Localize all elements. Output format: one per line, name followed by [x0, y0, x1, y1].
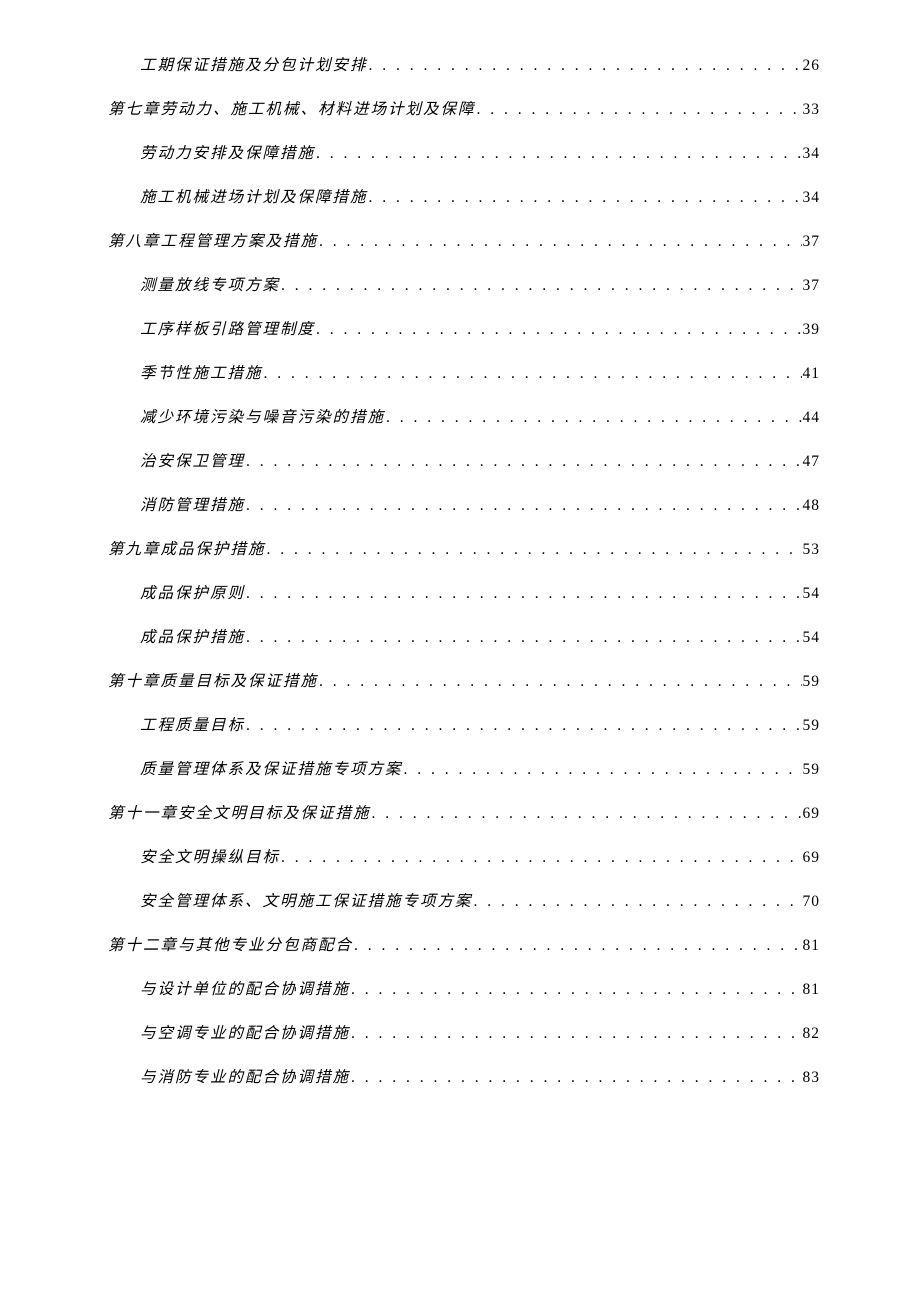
toc-title: 与设计单位的配合协调措施 [140, 982, 350, 998]
toc-leader-dots: . . . . . . . . . . . . . . . . . . . . … [246, 630, 801, 646]
toc-title: 工序样板引路管理制度 [140, 322, 315, 338]
toc-entry: 工程质量目标. . . . . . . . . . . . . . . . . … [108, 718, 820, 734]
toc-entry: 与空调专业的配合协调措施. . . . . . . . . . . . . . … [108, 1026, 820, 1042]
toc-page-number: 41 [803, 366, 821, 382]
toc-title: 成品保护措施 [140, 630, 245, 646]
toc-page-number: 26 [803, 58, 821, 74]
toc-title: 劳动力安排及保障措施 [140, 146, 315, 162]
toc-leader-dots: . . . . . . . . . . . . . . . . . . . . … [354, 938, 801, 954]
toc-entry: 质量管理体系及保证措施专项方案. . . . . . . . . . . . .… [108, 762, 820, 778]
toc-leader-dots: . . . . . . . . . . . . . . . . . . . . … [316, 146, 801, 162]
toc-leader-dots: . . . . . . . . . . . . . . . . . . . . … [474, 894, 802, 910]
toc-leader-dots: . . . . . . . . . . . . . . . . . . . . … [319, 674, 801, 690]
toc-page-number: 37 [803, 278, 821, 294]
toc-leader-dots: . . . . . . . . . . . . . . . . . . . . … [351, 982, 801, 998]
toc-page-number: 83 [803, 1070, 821, 1086]
toc-leader-dots: . . . . . . . . . . . . . . . . . . . . … [351, 1026, 801, 1042]
toc-page-number: 34 [803, 146, 821, 162]
toc-title: 季节性施工措施 [140, 366, 263, 382]
toc-entry: 季节性施工措施. . . . . . . . . . . . . . . . .… [108, 366, 820, 382]
toc-title: 工期保证措施及分包计划安排 [140, 58, 368, 74]
toc-page-number: 48 [803, 498, 821, 514]
toc-entry: 第九章成品保护措施. . . . . . . . . . . . . . . .… [108, 542, 820, 558]
toc-leader-dots: . . . . . . . . . . . . . . . . . . . . … [404, 762, 802, 778]
toc-entry: 工期保证措施及分包计划安排. . . . . . . . . . . . . .… [108, 58, 820, 74]
toc-page-number: 34 [803, 190, 821, 206]
toc-entry: 施工机械进场计划及保障措施. . . . . . . . . . . . . .… [108, 190, 820, 206]
table-of-contents: 工期保证措施及分包计划安排. . . . . . . . . . . . . .… [108, 58, 820, 1086]
toc-entry: 与设计单位的配合协调措施. . . . . . . . . . . . . . … [108, 982, 820, 998]
toc-title: 减少环境污染与噪音污染的措施 [140, 410, 385, 426]
toc-entry: 第十二章与其他专业分包商配合. . . . . . . . . . . . . … [108, 938, 820, 954]
toc-entry: 成品保护原则. . . . . . . . . . . . . . . . . … [108, 586, 820, 602]
toc-title: 成品保护原则 [140, 586, 245, 602]
toc-leader-dots: . . . . . . . . . . . . . . . . . . . . … [369, 190, 802, 206]
toc-page-number: 47 [803, 454, 821, 470]
toc-page-number: 81 [803, 938, 821, 954]
toc-page-number: 59 [803, 718, 821, 734]
toc-title: 质量管理体系及保证措施专项方案 [140, 762, 403, 778]
toc-title: 施工机械进场计划及保障措施 [140, 190, 368, 206]
toc-title: 安全管理体系、文明施工保证措施专项方案 [140, 894, 473, 910]
toc-page-number: 81 [803, 982, 821, 998]
toc-title: 测量放线专项方案 [140, 278, 280, 294]
toc-leader-dots: . . . . . . . . . . . . . . . . . . . . … [281, 278, 801, 294]
toc-page-number: 39 [803, 322, 821, 338]
toc-leader-dots: . . . . . . . . . . . . . . . . . . . . … [319, 234, 801, 250]
toc-page-number: 82 [803, 1026, 821, 1042]
toc-entry: 安全管理体系、文明施工保证措施专项方案. . . . . . . . . . .… [108, 894, 820, 910]
toc-page-number: 59 [803, 674, 821, 690]
toc-page-number: 59 [803, 762, 821, 778]
toc-entry: 与消防专业的配合协调措施. . . . . . . . . . . . . . … [108, 1070, 820, 1086]
toc-entry: 劳动力安排及保障措施. . . . . . . . . . . . . . . … [108, 146, 820, 162]
toc-leader-dots: . . . . . . . . . . . . . . . . . . . . … [316, 322, 801, 338]
toc-title: 消防管理措施 [140, 498, 245, 514]
toc-title: 安全文明操纵目标 [140, 850, 280, 866]
toc-title: 第九章成品保护措施 [108, 542, 266, 558]
toc-entry: 第八章工程管理方案及措施. . . . . . . . . . . . . . … [108, 234, 820, 250]
toc-page-number: 70 [803, 894, 821, 910]
toc-entry: 治安保卫管理. . . . . . . . . . . . . . . . . … [108, 454, 820, 470]
toc-title: 与消防专业的配合协调措施 [140, 1070, 350, 1086]
toc-page-number: 54 [803, 630, 821, 646]
toc-entry: 成品保护措施. . . . . . . . . . . . . . . . . … [108, 630, 820, 646]
toc-leader-dots: . . . . . . . . . . . . . . . . . . . . … [386, 410, 801, 426]
toc-title: 第十一章安全文明目标及保证措施 [108, 806, 371, 822]
toc-title: 第十章质量目标及保证措施 [108, 674, 318, 690]
toc-leader-dots: . . . . . . . . . . . . . . . . . . . . … [351, 1070, 801, 1086]
toc-leader-dots: . . . . . . . . . . . . . . . . . . . . … [246, 498, 801, 514]
toc-page-number: 69 [803, 806, 821, 822]
toc-leader-dots: . . . . . . . . . . . . . . . . . . . . … [246, 454, 801, 470]
toc-entry: 第七章劳动力、施工机械、材料进场计划及保障. . . . . . . . . .… [108, 102, 820, 118]
toc-entry: 安全文明操纵目标. . . . . . . . . . . . . . . . … [108, 850, 820, 866]
toc-title: 与空调专业的配合协调措施 [140, 1026, 350, 1042]
toc-page-number: 37 [803, 234, 821, 250]
toc-leader-dots: . . . . . . . . . . . . . . . . . . . . … [477, 102, 802, 118]
toc-leader-dots: . . . . . . . . . . . . . . . . . . . . … [281, 850, 801, 866]
toc-entry: 减少环境污染与噪音污染的措施. . . . . . . . . . . . . … [108, 410, 820, 426]
toc-leader-dots: . . . . . . . . . . . . . . . . . . . . … [372, 806, 802, 822]
toc-page-number: 69 [803, 850, 821, 866]
toc-title: 治安保卫管理 [140, 454, 245, 470]
toc-title: 第七章劳动力、施工机械、材料进场计划及保障 [108, 102, 476, 118]
toc-title: 第八章工程管理方案及措施 [108, 234, 318, 250]
toc-entry: 第十一章安全文明目标及保证措施. . . . . . . . . . . . .… [108, 806, 820, 822]
toc-entry: 第十章质量目标及保证措施. . . . . . . . . . . . . . … [108, 674, 820, 690]
toc-page-number: 53 [803, 542, 821, 558]
toc-entry: 工序样板引路管理制度. . . . . . . . . . . . . . . … [108, 322, 820, 338]
toc-leader-dots: . . . . . . . . . . . . . . . . . . . . … [369, 58, 802, 74]
toc-title: 第十二章与其他专业分包商配合 [108, 938, 353, 954]
toc-leader-dots: . . . . . . . . . . . . . . . . . . . . … [267, 542, 802, 558]
toc-page-number: 54 [803, 586, 821, 602]
toc-title: 工程质量目标 [140, 718, 245, 734]
toc-leader-dots: . . . . . . . . . . . . . . . . . . . . … [246, 586, 801, 602]
toc-leader-dots: . . . . . . . . . . . . . . . . . . . . … [246, 718, 801, 734]
toc-entry: 测量放线专项方案. . . . . . . . . . . . . . . . … [108, 278, 820, 294]
toc-page-number: 33 [803, 102, 821, 118]
toc-entry: 消防管理措施. . . . . . . . . . . . . . . . . … [108, 498, 820, 514]
toc-page-number: 44 [803, 410, 821, 426]
toc-leader-dots: . . . . . . . . . . . . . . . . . . . . … [264, 366, 802, 382]
